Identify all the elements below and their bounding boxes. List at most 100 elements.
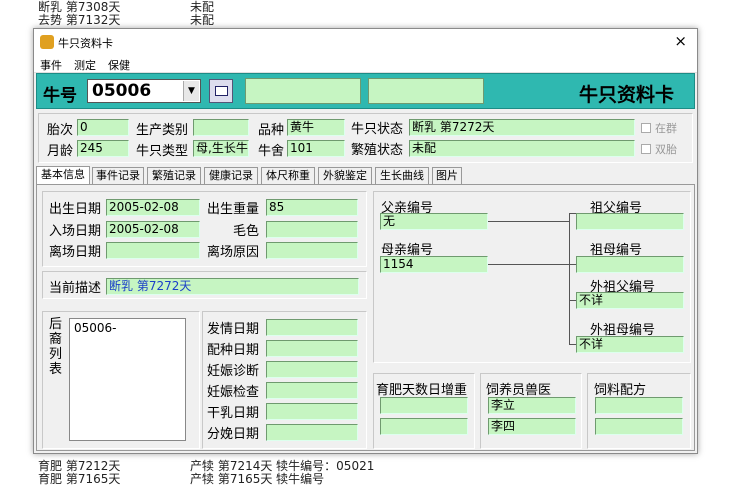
- menu-health[interactable]: 保健: [108, 57, 130, 73]
- leave-reason-label: 离场原因: [207, 245, 260, 260]
- tab-health[interactable]: 健康记录: [204, 167, 258, 184]
- bg-row-2-col-b: 未配: [190, 13, 215, 27]
- keeper-field-1[interactable]: 李立: [488, 397, 576, 414]
- color-label: 毛色: [233, 224, 260, 239]
- entry-date-label: 入场日期: [49, 224, 102, 239]
- card-title: 牛只资料卡: [579, 84, 675, 106]
- tab-pictures[interactable]: 图片: [432, 167, 462, 184]
- calendar-icon[interactable]: [209, 79, 233, 103]
- feed-field-2[interactable]: [595, 418, 683, 435]
- header-field-1[interactable]: [245, 78, 361, 104]
- header-bar: 牛号 05006 ▼ 牛只资料卡: [36, 73, 695, 109]
- tab-growth-curve[interactable]: 生长曲线: [375, 167, 429, 184]
- header-field-2[interactable]: [368, 78, 484, 104]
- close-icon[interactable]: ×: [674, 32, 687, 50]
- pedigree-line: [569, 300, 576, 301]
- bg-row-2-col-a: 去势 第7132天: [38, 13, 121, 27]
- feed-label: 饲料配方: [594, 383, 647, 398]
- window-title: 牛只资料卡: [58, 37, 113, 50]
- type-label: 牛只类型: [136, 144, 189, 159]
- cattle-id-value: 05006: [92, 81, 152, 101]
- preg-diag-field[interactable]: [266, 361, 358, 378]
- type-field[interactable]: 母,生长牛: [193, 140, 249, 157]
- parity-label: 胎次: [47, 123, 74, 138]
- prod-cat-label: 生产类别: [136, 123, 189, 138]
- desc-field[interactable]: 断乳 第7272天: [106, 278, 359, 295]
- paternal-grandmother-field[interactable]: [576, 256, 684, 273]
- estrus-label: 发情日期: [207, 322, 260, 337]
- keeper-field-2[interactable]: 李四: [488, 418, 576, 435]
- cattle-card-window: 牛只资料卡 × 事件 测定 保健 牛号 05006 ▼ 牛只资料卡 胎次 0 生…: [33, 28, 698, 454]
- pedigree-line: [569, 344, 576, 345]
- tab-appearance[interactable]: 外貌鉴定: [318, 167, 372, 184]
- twin-label: 双胎: [655, 143, 677, 156]
- barn-field[interactable]: 101: [287, 140, 345, 157]
- feed-field-1[interactable]: [595, 397, 683, 414]
- in-herd-label: 在群: [655, 122, 677, 135]
- parity-field[interactable]: 0: [77, 119, 129, 136]
- in-herd-checkbox[interactable]: 在群: [641, 120, 677, 136]
- tab-basic-info[interactable]: 基本信息: [36, 166, 90, 185]
- mother-field[interactable]: 1154: [380, 256, 488, 273]
- estrus-field[interactable]: [266, 319, 358, 336]
- title-bar: 牛只资料卡 ×: [34, 29, 697, 55]
- tab-events[interactable]: 事件记录: [92, 167, 144, 184]
- birth-date-field[interactable]: 2005-02-08: [106, 199, 200, 216]
- barn-label: 牛舍: [258, 144, 285, 159]
- app-icon: [40, 35, 54, 49]
- pedigree-line: [569, 264, 570, 344]
- breed-field[interactable]: 黄牛: [287, 119, 345, 136]
- dry-label: 干乳日期: [207, 406, 260, 421]
- pedigree-line: [488, 264, 569, 265]
- desc-label: 当前描述: [49, 281, 102, 296]
- menu-measure[interactable]: 测定: [74, 57, 96, 73]
- offspring-list[interactable]: 05006-: [69, 318, 186, 441]
- maternal-grandmother-field[interactable]: 不详: [576, 336, 684, 353]
- pedigree-line: [569, 264, 576, 265]
- chevron-down-icon[interactable]: ▼: [183, 81, 199, 101]
- leave-date-label: 离场日期: [49, 245, 102, 260]
- tab-breeding[interactable]: 繁殖记录: [147, 167, 201, 184]
- keeper-label: 饲养员兽医: [486, 383, 552, 398]
- preg-check-field[interactable]: [266, 382, 358, 399]
- maternal-grandfather-field[interactable]: 不详: [576, 292, 684, 309]
- father-field[interactable]: 无: [380, 213, 488, 230]
- pedigree-line: [488, 221, 569, 222]
- breed-status-label: 繁殖状态: [351, 143, 404, 158]
- menu-bar: 事件 测定 保健: [34, 55, 697, 73]
- cattle-id-label: 牛号: [43, 86, 77, 106]
- entry-date-field[interactable]: 2005-02-08: [106, 221, 200, 238]
- calving-field[interactable]: [266, 424, 358, 441]
- calving-label: 分娩日期: [207, 427, 260, 442]
- preg-diag-label: 妊娠诊断: [207, 364, 260, 379]
- mating-field[interactable]: [266, 340, 358, 357]
- paternal-grandfather-field[interactable]: [576, 213, 684, 230]
- dry-field[interactable]: [266, 403, 358, 420]
- color-field[interactable]: [266, 221, 358, 238]
- bg-row-4-col-b: 产犊 第7165天 犊牛编号: [190, 472, 325, 486]
- status-field[interactable]: 断乳 第7272天: [409, 119, 635, 136]
- pedigree-line: [569, 213, 576, 214]
- leave-reason-field[interactable]: [266, 242, 358, 259]
- birth-date-label: 出生日期: [49, 202, 102, 217]
- age-field[interactable]: 245: [77, 140, 129, 157]
- status-label: 牛只状态: [351, 122, 404, 137]
- pedigree-line: [569, 213, 570, 264]
- tab-body-measure[interactable]: 体尺称重: [261, 167, 315, 184]
- cattle-id-select[interactable]: 05006 ▼: [87, 79, 201, 103]
- mating-label: 配种日期: [207, 343, 260, 358]
- twin-checkbox[interactable]: 双胎: [641, 141, 677, 157]
- birth-weight-label: 出生重量: [207, 202, 260, 217]
- age-label: 月龄: [47, 144, 74, 159]
- menu-events[interactable]: 事件: [40, 57, 62, 73]
- breed-label: 品种: [258, 123, 285, 138]
- offspring-item[interactable]: 05006-: [74, 321, 117, 335]
- leave-date-field[interactable]: [106, 242, 200, 259]
- prod-cat-field[interactable]: [193, 119, 249, 136]
- birth-weight-field[interactable]: 85: [266, 199, 358, 216]
- offspring-label: 后裔列表: [49, 317, 63, 377]
- fatten-field-1[interactable]: [380, 397, 468, 414]
- preg-check-label: 妊娠检查: [207, 385, 260, 400]
- fatten-field-2[interactable]: [380, 418, 468, 435]
- breed-status-field[interactable]: 未配: [409, 140, 635, 157]
